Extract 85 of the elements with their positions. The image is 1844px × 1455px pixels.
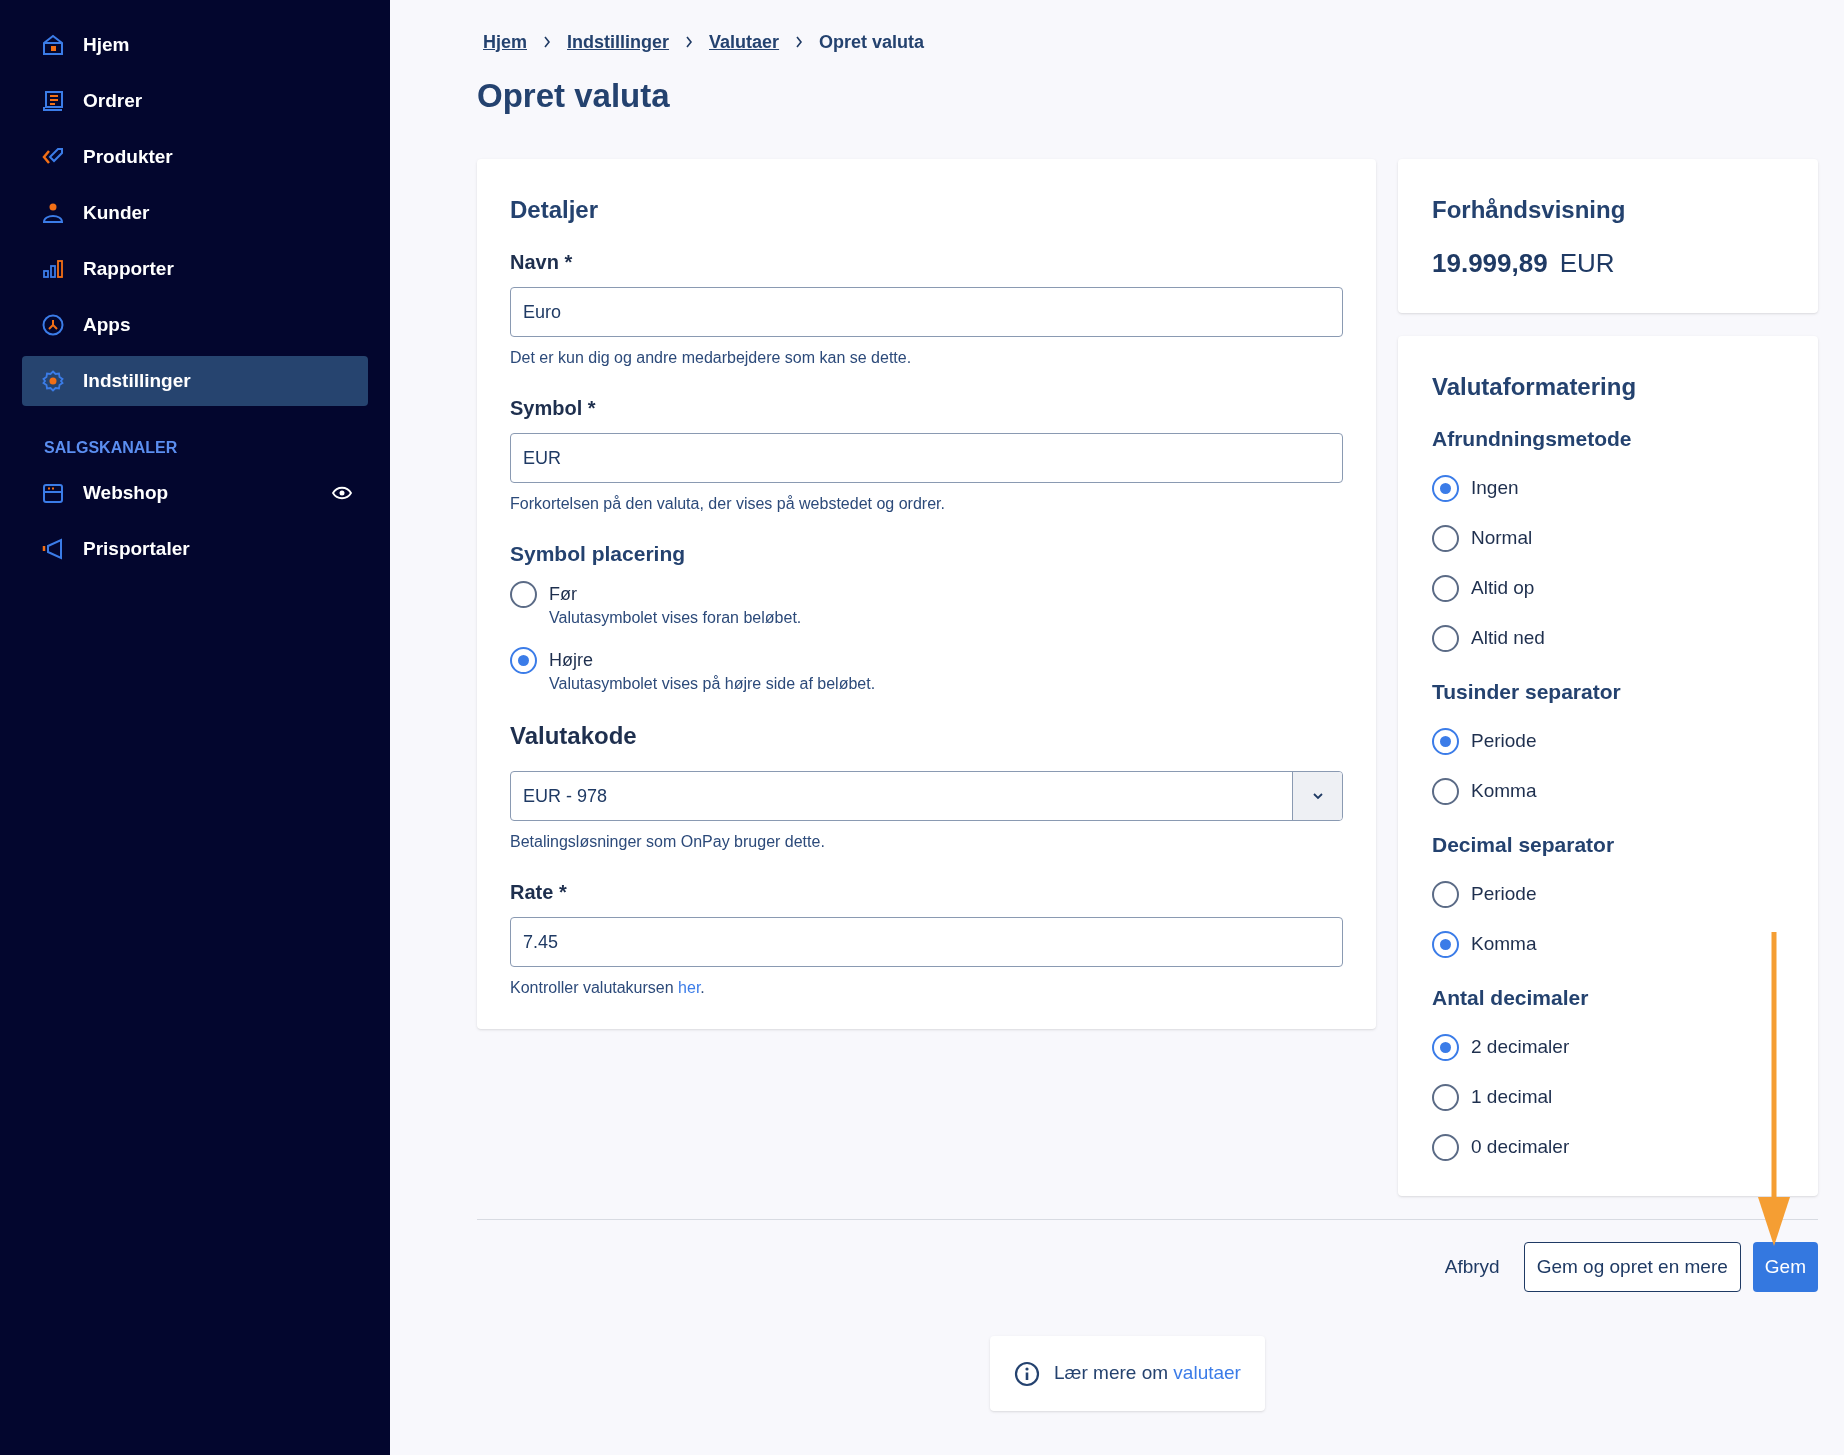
option-label: Altid ned (1471, 625, 1545, 650)
option-label: Ingen (1471, 475, 1519, 500)
house-icon (42, 34, 64, 56)
sidebar-item[interactable]: Ordrer (22, 76, 368, 126)
field-label: Navn * (510, 250, 574, 275)
save-button[interactable]: Gem (1752, 1242, 1818, 1292)
sidebar-item[interactable]: Kunder (22, 188, 368, 238)
currencies-link[interactable]: valutaer (1173, 1362, 1241, 1384)
sidebar-item[interactable]: Rapporter (22, 244, 368, 294)
breadcrumb-link[interactable]: Valutaer (709, 28, 780, 56)
radio-button[interactable] (1432, 1083, 1459, 1111)
group-heading: Tusinder separator (1432, 679, 1622, 705)
radio-button[interactable] (510, 647, 537, 674)
group-heading: Afrundningsmetode (1432, 426, 1633, 452)
radio-button[interactable] (1432, 930, 1459, 958)
chevron-right-icon (685, 36, 694, 48)
option-description: Valutasymbolet vises på højre side af beløbet. (549, 674, 876, 694)
chevron-right-icon (543, 36, 551, 48)
option-label: 0 decimaler (1471, 1134, 1570, 1159)
input-field[interactable]: EUR (510, 433, 1343, 483)
input-field[interactable]: Euro (510, 287, 1343, 337)
field-label: Symbol * (510, 396, 597, 421)
option-label: 2 decimaler (1471, 1034, 1570, 1059)
group-heading: Decimal separator (1432, 832, 1616, 858)
save-and-new-button[interactable]: Gem og opret en mere (1523, 1242, 1741, 1292)
field-label: Symbol placering (510, 541, 687, 567)
info-text: Lær mere om valutaer (1054, 1361, 1241, 1386)
bar-chart-icon (42, 258, 64, 280)
preview-symbol: EUR (1559, 247, 1615, 279)
cancel-button[interactable]: Afbryd (1432, 1242, 1512, 1292)
radio-button[interactable] (1432, 727, 1459, 755)
section-heading: SALGSKANALER (43, 438, 179, 458)
option-label: 1 decimal (1471, 1084, 1553, 1109)
sidebar-item[interactable]: Hjem (22, 20, 368, 70)
help-text: Kontroller valutakursen her. (510, 978, 706, 998)
radio-button[interactable] (1432, 880, 1459, 908)
breadcrumb-current: Opret valuta (819, 30, 925, 54)
sidebar-item[interactable]: Indstillinger (22, 356, 368, 406)
info-icon (1014, 1360, 1041, 1387)
option-label: Komma (1471, 778, 1537, 803)
help-text: Det er kun dig og andre medarbejdere som kan se dette. (510, 348, 913, 368)
field-label: Valutakode (510, 721, 638, 751)
option-label: Højre (549, 649, 594, 672)
field-label: Rate * (510, 880, 568, 905)
input-field[interactable]: 7.45 (510, 917, 1343, 967)
radio-button[interactable] (510, 581, 537, 608)
sidebar-item[interactable]: Produkter (22, 132, 368, 182)
option-description: Valutasymbolet vises foran beløbet. (549, 608, 802, 628)
section-heading: Forhåndsvisning (1432, 195, 1627, 225)
radio-button[interactable] (1432, 1133, 1459, 1161)
help-text: Forkortelsen på den valuta, der vises på webstedet og ordrer. (510, 494, 946, 514)
chevron-down-icon (1311, 792, 1324, 800)
sidebar-item[interactable]: Prisportaler (22, 524, 368, 574)
option-label: Periode (1471, 881, 1537, 906)
settings-icon (42, 370, 64, 392)
storefront-icon (42, 482, 64, 504)
option-label: Altid op (1471, 575, 1535, 600)
chevron-right-icon (795, 36, 804, 48)
select-field[interactable]: EUR - 978 (510, 771, 1343, 821)
person-icon (42, 202, 64, 224)
megaphone-icon (42, 538, 64, 560)
section-heading: Detaljer (510, 195, 600, 225)
option-label: Normal (1471, 525, 1533, 550)
radio-button[interactable] (1432, 474, 1459, 502)
radio-button[interactable] (1432, 777, 1459, 805)
sidebar-item[interactable]: Apps (22, 300, 368, 350)
apps-icon (42, 314, 64, 336)
option-label: Komma (1471, 931, 1537, 956)
breadcrumb-link[interactable]: Indstillinger (567, 28, 670, 56)
radio-button[interactable] (1432, 624, 1459, 652)
breadcrumb-link[interactable]: Hjem (483, 28, 527, 56)
help-text: Betalingsløsninger som OnPay bruger dette. (510, 832, 826, 852)
option-label: Før (549, 583, 578, 606)
preview-amount: 19.999,89 (1432, 247, 1548, 279)
eye-icon[interactable] (332, 486, 352, 500)
radio-button[interactable] (1432, 524, 1459, 552)
section-heading: Valutaformatering (1432, 372, 1638, 402)
sidebar-item[interactable]: Webshop (22, 468, 368, 518)
option-label: Periode (1471, 728, 1537, 753)
rate-link[interactable]: her (678, 979, 701, 996)
list-icon (42, 90, 64, 112)
radio-button[interactable] (1432, 1033, 1459, 1061)
page-title: Opret valuta (477, 76, 671, 116)
group-heading: Antal decimaler (1432, 985, 1590, 1011)
radio-button[interactable] (1432, 574, 1459, 602)
